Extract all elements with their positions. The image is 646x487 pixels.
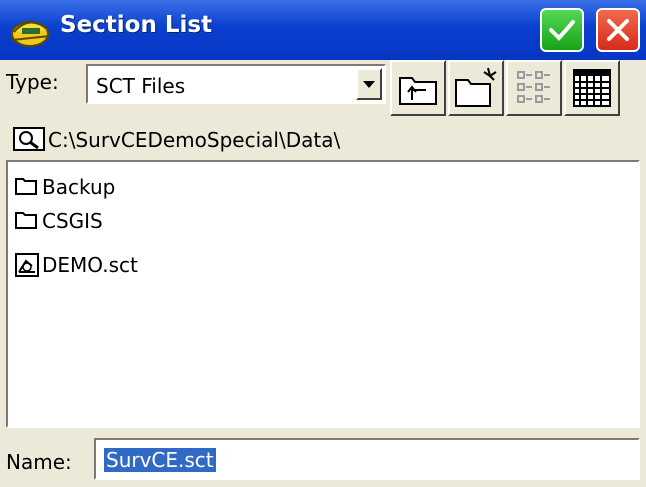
close-button[interactable] (596, 8, 640, 52)
parent-folder-button[interactable] (390, 60, 446, 116)
details-view-button[interactable] (564, 60, 620, 116)
list-item-label: Backup (42, 175, 116, 199)
name-input[interactable]: SurvCE.sct (94, 438, 640, 480)
section-file-icon (14, 252, 40, 282)
path-text: C:\SurvCEDemoSpecial\Data\ (48, 128, 341, 152)
title-bar: Section List (0, 0, 646, 60)
name-input-value: SurvCE.sct (104, 448, 216, 472)
list-view-button[interactable] (506, 60, 562, 116)
new-folder-button[interactable] (448, 60, 504, 116)
list-item-label: DEMO.sct (42, 253, 138, 277)
type-select-value: SCT Files (96, 74, 186, 98)
folder-search-icon (12, 124, 46, 158)
name-label: Name: (6, 450, 72, 474)
dropdown-button[interactable] (356, 68, 382, 100)
list-item-label: CSGIS (42, 209, 103, 233)
chevron-down-icon (358, 81, 380, 102)
type-label: Type: (6, 70, 59, 94)
folder-icon (14, 208, 38, 236)
folder-icon (14, 174, 38, 202)
window-title: Section List (60, 12, 213, 38)
ok-button[interactable] (540, 8, 584, 52)
surveyor-helmet-icon (8, 10, 56, 50)
type-select[interactable]: SCT Files (86, 64, 386, 104)
file-list[interactable]: Backup CSGIS DEMO.sct (6, 160, 640, 428)
